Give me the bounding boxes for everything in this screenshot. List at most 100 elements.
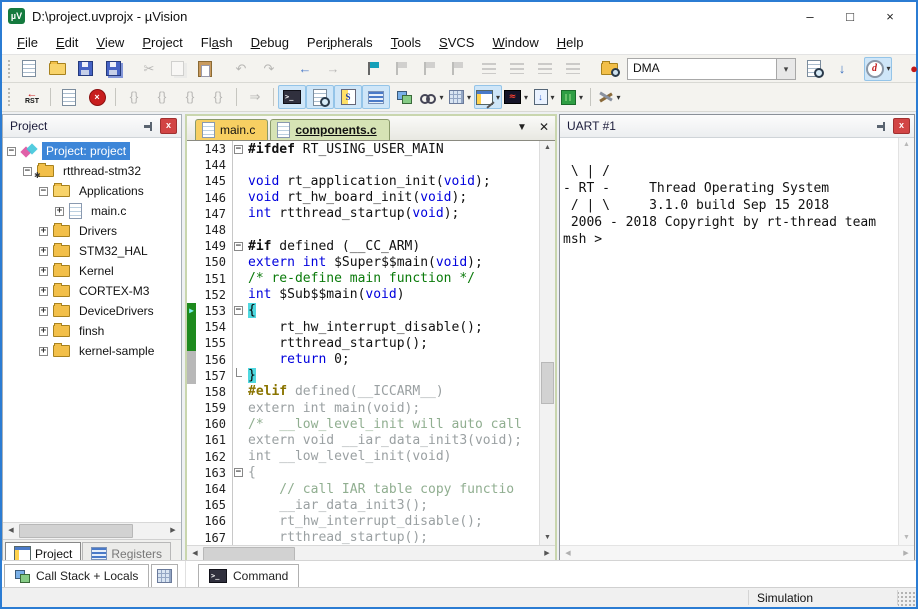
code-line-162[interactable]: 162int __low_level_init(void) [187, 449, 539, 465]
scroll-down-icon[interactable]: ▼ [540, 531, 555, 545]
code-line-145[interactable]: 145void rt_application_init(void); [187, 173, 539, 189]
collapse-icon[interactable]: − [23, 167, 32, 176]
menu-edit[interactable]: Edit [47, 32, 87, 53]
tree-item-cortex-m3[interactable]: +CORTEX-M3 [3, 281, 181, 301]
minimize-button[interactable]: – [790, 9, 830, 24]
expand-icon[interactable]: + [39, 327, 48, 336]
code-line-157[interactable]: 157} [187, 368, 539, 384]
menu-window[interactable]: Window [483, 32, 547, 53]
scroll-left-icon[interactable]: ◀ [3, 524, 19, 538]
scroll-left-icon[interactable]: ◀ [187, 547, 203, 561]
next-bookmark-button[interactable] [411, 57, 439, 81]
editor-vertical-scrollbar[interactable]: ▲ ▼ [539, 141, 555, 545]
code-line-150[interactable]: 150extern int $Super$$main(void); [187, 254, 539, 270]
step-over-button[interactable]: {} [148, 85, 176, 109]
tab-call-stack-locals[interactable]: Call Stack + Locals [4, 564, 149, 587]
scroll-up-icon[interactable]: ▲ [540, 141, 555, 155]
tools-button[interactable]: ▾ [595, 85, 623, 109]
resize-grip[interactable] [898, 592, 916, 607]
editor-horizontal-scrollbar[interactable]: ◀ ▶ [187, 545, 555, 561]
registers-window-button[interactable] [362, 85, 390, 109]
code-line-148[interactable]: 148 [187, 222, 539, 238]
cut-button[interactable]: ✂ [135, 57, 163, 81]
pin-icon[interactable] [144, 121, 154, 131]
paste-button[interactable] [191, 57, 219, 81]
scroll-right-icon[interactable]: ▶ [165, 524, 181, 538]
collapse-icon[interactable]: − [39, 187, 48, 196]
tree-item-drivers[interactable]: +Drivers [3, 221, 181, 241]
tree-item-rtthread-stm32[interactable]: −rtthread-stm32 [3, 161, 181, 181]
reset-button[interactable]: RST [18, 85, 46, 109]
step-button[interactable]: {} [120, 85, 148, 109]
serial-window-button[interactable]: ▾ [474, 85, 502, 109]
comment-button[interactable] [531, 57, 559, 81]
uart-terminal[interactable]: \ | / - RT - Thread Operating System / |… [560, 138, 898, 545]
tree-item-kernel-sample[interactable]: +kernel-sample [3, 341, 181, 361]
close-button[interactable]: × [870, 9, 910, 24]
expand-icon[interactable]: + [39, 347, 48, 356]
fold-marker[interactable] [232, 141, 245, 157]
toolbar-grip[interactable] [8, 60, 10, 78]
disassembly-window-button[interactable] [306, 85, 334, 109]
command-window-button[interactable]: >_ [278, 85, 306, 109]
code-line-164[interactable]: 164 // call IAR table copy functio [187, 481, 539, 497]
undo-button[interactable]: ↶ [227, 57, 255, 81]
code-line-156[interactable]: 156 return 0; [187, 351, 539, 367]
fold-marker[interactable] [232, 465, 245, 481]
save-all-button[interactable] [99, 57, 127, 81]
code-line-152[interactable]: 152int $Sub$$main(void) [187, 287, 539, 303]
scrollbar-track[interactable] [540, 155, 555, 531]
project-panel-close-button[interactable]: x [160, 118, 177, 134]
pin-icon[interactable] [877, 121, 887, 131]
collapse-icon[interactable]: − [7, 147, 16, 156]
uart-vertical-scrollbar[interactable]: ▲ ▼ [898, 138, 914, 545]
tree-item-devicedrivers[interactable]: +DeviceDrivers [3, 301, 181, 321]
expand-icon[interactable]: + [39, 287, 48, 296]
watch-window-button[interactable]: ▾ [418, 85, 446, 109]
copy-button[interactable] [163, 57, 191, 81]
tree-item-main-c[interactable]: +main.c [3, 201, 181, 221]
clear-bookmarks-button[interactable] [439, 57, 467, 81]
code-line-146[interactable]: 146void rt_hw_board_init(void); [187, 190, 539, 206]
tree-item-applications[interactable]: −Applications [3, 181, 181, 201]
code-line-154[interactable]: 154 rt_hw_interrupt_disable(); [187, 319, 539, 335]
menu-debug[interactable]: Debug [242, 32, 298, 53]
uart-panel-close-button[interactable]: x [893, 118, 910, 134]
redo-button[interactable]: ↷ [255, 57, 283, 81]
tab-command[interactable]: >_ Command [198, 564, 299, 587]
expand-icon[interactable]: + [55, 207, 64, 216]
code-line-149[interactable]: 149#if defined (__CC_ARM) [187, 238, 539, 254]
code-line-151[interactable]: 151/* re-define main function */ [187, 271, 539, 287]
toolbar-grip[interactable] [8, 88, 13, 106]
find-button[interactable] [800, 57, 828, 81]
document-list-icon[interactable]: ▼ [517, 122, 527, 133]
tab-memory-window[interactable] [151, 564, 178, 587]
project-horizontal-scrollbar[interactable]: ◀ ▶ [3, 522, 181, 539]
code-line-165[interactable]: 165 __iar_data_init3(); [187, 497, 539, 513]
run-to-cursor-button[interactable]: {} [204, 85, 232, 109]
code-line-163[interactable]: 163{ [187, 465, 539, 481]
tree-item-finsh[interactable]: +finsh [3, 321, 181, 341]
step-out-button[interactable]: {} [176, 85, 204, 109]
editor-tab-main-c[interactable]: main.c [195, 119, 268, 140]
tree-item-kernel[interactable]: +Kernel [3, 261, 181, 281]
outdent-button[interactable] [503, 57, 531, 81]
menu-project[interactable]: Project [133, 32, 191, 53]
scroll-right-icon[interactable]: ▶ [539, 547, 555, 561]
expand-icon[interactable]: + [39, 267, 48, 276]
insert-breakpoint-button[interactable]: ● [900, 57, 918, 81]
code-line-167[interactable]: 167 rtthread_startup(); [187, 530, 539, 546]
toggle-bookmark-button[interactable] [355, 57, 383, 81]
code-line-166[interactable]: 166 rt_hw_interrupt_disable(); [187, 513, 539, 529]
combo-dropdown-button[interactable]: ▾ [777, 58, 796, 80]
scroll-left-icon[interactable]: ◀ [560, 547, 576, 561]
uncomment-button[interactable] [559, 57, 587, 81]
tree-item-stm32-hal[interactable]: +STM32_HAL [3, 241, 181, 261]
save-button[interactable] [71, 57, 99, 81]
debug-run-to-main-button[interactable]: d▾ [864, 57, 892, 81]
fold-marker[interactable] [232, 303, 245, 319]
scroll-right-icon[interactable]: ▶ [898, 547, 914, 561]
expand-icon[interactable]: + [39, 307, 48, 316]
analysis-window-button[interactable]: ≈▾ [502, 85, 530, 109]
scrollbar-thumb[interactable] [19, 524, 133, 538]
